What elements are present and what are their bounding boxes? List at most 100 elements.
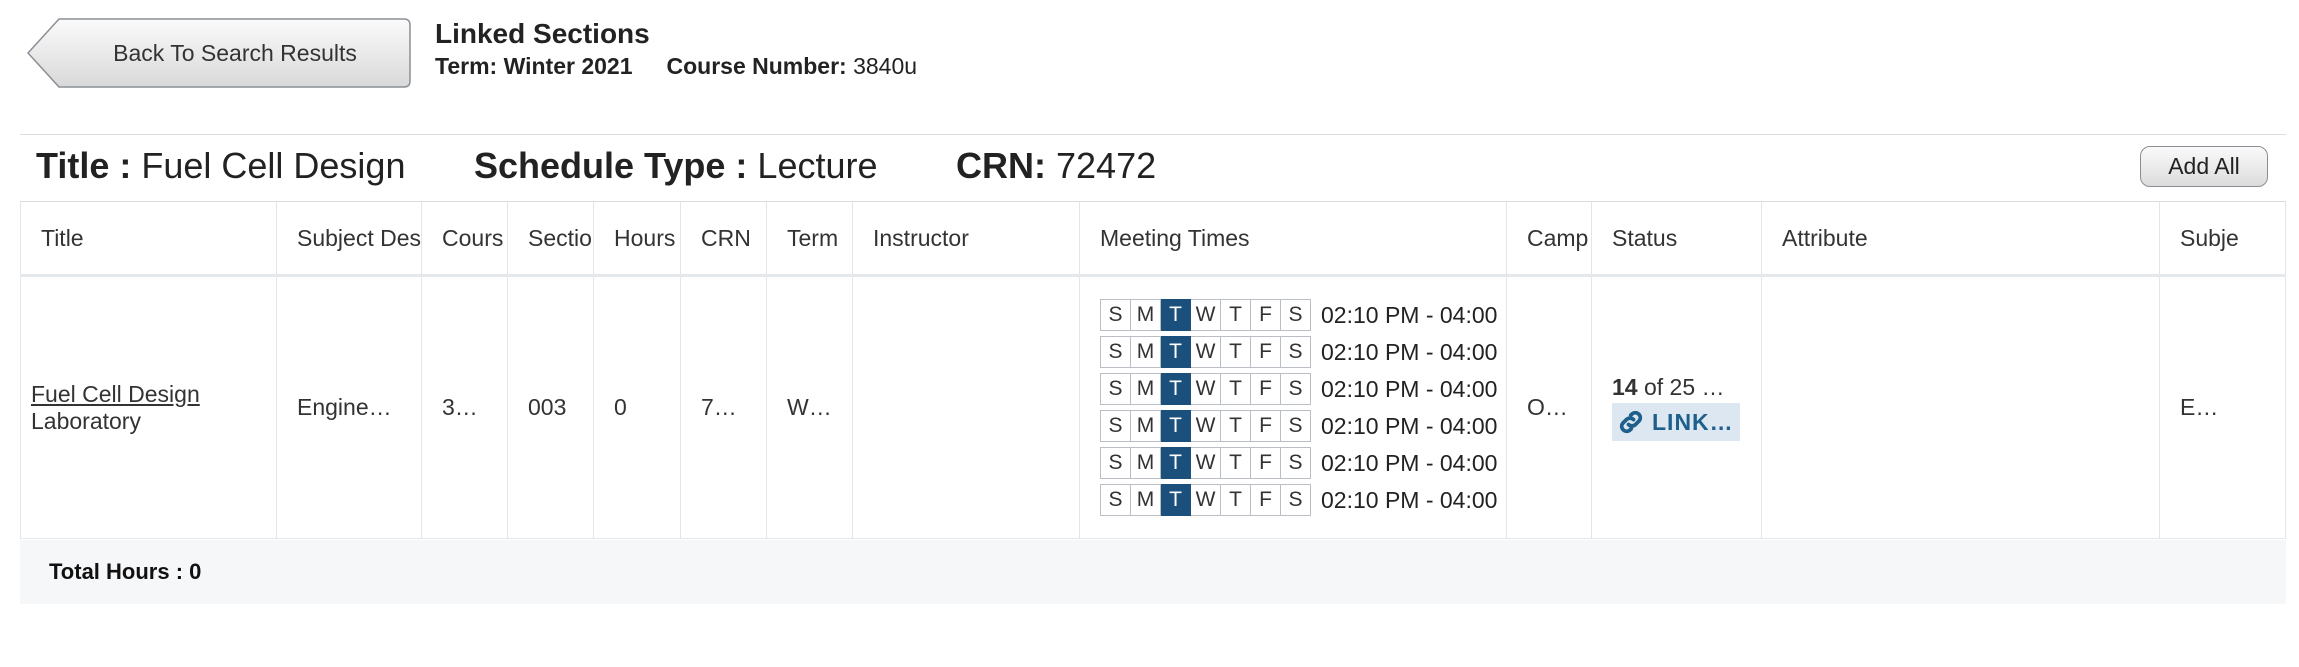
weekday-indicator: SMTWTFS bbox=[1100, 299, 1311, 331]
cell-course-number: 3… bbox=[422, 277, 508, 538]
column-header-section[interactable]: Sectio bbox=[508, 202, 594, 274]
weekday-box: T bbox=[1161, 373, 1191, 405]
meeting-time-row: S M T W T F S 02:10 PM - 04:00 bbox=[1100, 484, 1497, 516]
weekday-box: W bbox=[1191, 447, 1221, 479]
weekday-box: S bbox=[1101, 299, 1131, 331]
weekday-box: M bbox=[1131, 299, 1161, 331]
weekday-box: F bbox=[1251, 336, 1281, 368]
weekday-box: S bbox=[1101, 410, 1131, 442]
cell-hours: 0 bbox=[594, 277, 681, 538]
column-header-instructor[interactable]: Instructor bbox=[853, 202, 1080, 274]
meeting-time-row: S M T W T F S 02:10 PM - 04:00 bbox=[1100, 299, 1497, 331]
meeting-time-text: 02:10 PM - 04:00 bbox=[1321, 375, 1498, 402]
weekday-box: F bbox=[1251, 484, 1281, 516]
column-header-status[interactable]: Status bbox=[1592, 202, 1762, 274]
weekday-box: S bbox=[1281, 410, 1311, 442]
weekday-box: T bbox=[1221, 336, 1251, 368]
column-header-crn[interactable]: CRN bbox=[681, 202, 767, 274]
weekday-box: W bbox=[1191, 299, 1221, 331]
cell-status: 14 of 25 … LINK… bbox=[1592, 277, 1762, 538]
weekday-box: T bbox=[1161, 336, 1191, 368]
column-header-campus[interactable]: Camp bbox=[1507, 202, 1592, 274]
weekday-box: T bbox=[1161, 299, 1191, 331]
weekday-box: S bbox=[1101, 484, 1131, 516]
weekday-box: M bbox=[1131, 484, 1161, 516]
meeting-time-row: S M T W T F S 02:10 PM - 04:00 bbox=[1100, 410, 1497, 442]
status-seats: 14 of 25 … bbox=[1612, 374, 1725, 401]
cell-meeting-times: S M T W T F S 02:10 PM - 04:00 S M T W T F S 02:10 PM -… bbox=[1080, 277, 1507, 538]
weekday-box: M bbox=[1131, 336, 1161, 368]
weekday-box: T bbox=[1161, 484, 1191, 516]
cell-attribute bbox=[1762, 277, 2160, 538]
meeting-time-text: 02:10 PM - 04:00 bbox=[1321, 449, 1498, 476]
meeting-time-text: 02:10 PM - 04:00 bbox=[1321, 412, 1498, 439]
weekday-box: W bbox=[1191, 484, 1221, 516]
linked-badge-label: LINK… bbox=[1652, 408, 1734, 435]
weekday-box: F bbox=[1251, 410, 1281, 442]
weekday-box: W bbox=[1191, 410, 1221, 442]
weekday-box: F bbox=[1251, 299, 1281, 331]
column-header-attribute[interactable]: Attribute bbox=[1762, 202, 2160, 274]
weekday-box: S bbox=[1281, 336, 1311, 368]
page-title: Linked Sections bbox=[435, 18, 650, 49]
status-seats-available: 14 bbox=[1612, 374, 1638, 400]
table-row: Fuel Cell Design Laboratory Engine… 3… 0… bbox=[20, 277, 2286, 539]
weekday-box: S bbox=[1101, 336, 1131, 368]
column-header-subject-description[interactable]: Subject Des bbox=[277, 202, 422, 274]
column-header-course-number[interactable]: Cours bbox=[422, 202, 508, 274]
cell-crn: 7… bbox=[681, 277, 767, 538]
weekday-indicator: SMTWTFS bbox=[1100, 447, 1311, 479]
meeting-time-row: S M T W T F S 02:10 PM - 04:00 bbox=[1100, 373, 1497, 405]
weekday-box: S bbox=[1281, 373, 1311, 405]
term-value: Winter 2021 bbox=[503, 53, 633, 79]
cell-title: Fuel Cell Design Laboratory bbox=[20, 277, 277, 538]
weekday-box: T bbox=[1221, 373, 1251, 405]
weekday-box: T bbox=[1221, 410, 1251, 442]
linked-badge[interactable]: LINK… bbox=[1612, 403, 1740, 441]
section-title-link[interactable]: Fuel Cell Design bbox=[31, 381, 200, 408]
column-header-term[interactable]: Term bbox=[767, 202, 853, 274]
column-header-meeting-times[interactable]: Meeting Times bbox=[1080, 202, 1507, 274]
cell-term: W… bbox=[767, 277, 853, 538]
weekday-box: M bbox=[1131, 373, 1161, 405]
meeting-time-text: 02:10 PM - 04:00 bbox=[1321, 338, 1498, 365]
linked-sections-table: Title Subject Des Cours Sectio Hours CRN… bbox=[20, 202, 2286, 539]
back-to-search-results-button[interactable]: Back To Search Results bbox=[27, 18, 411, 88]
schedule-type-label: Schedule Type : bbox=[474, 145, 748, 186]
status-seats-rest: of 25 … bbox=[1637, 374, 1725, 400]
weekday-box: M bbox=[1131, 410, 1161, 442]
column-header-title[interactable]: Title bbox=[20, 202, 277, 274]
weekday-box: S bbox=[1281, 299, 1311, 331]
weekday-box: S bbox=[1281, 447, 1311, 479]
weekday-indicator: SMTWTFS bbox=[1100, 484, 1311, 516]
course-number-label: Course Number: bbox=[666, 53, 847, 79]
add-all-button[interactable]: Add All bbox=[2140, 146, 2268, 187]
schedule-type-value: Lecture bbox=[757, 145, 878, 186]
weekday-box: F bbox=[1251, 373, 1281, 405]
meeting-time-row: S M T W T F S 02:10 PM - 04:00 bbox=[1100, 447, 1497, 479]
total-hours: Total Hours : 0 bbox=[20, 540, 2286, 604]
section-crn: CRN: 72472 bbox=[956, 145, 1156, 187]
cell-subject-description: Engine… bbox=[277, 277, 422, 538]
weekday-box: T bbox=[1161, 447, 1191, 479]
weekday-box: T bbox=[1221, 299, 1251, 331]
section-title-value: Fuel Cell Design bbox=[141, 145, 406, 186]
section-title: Title : Fuel Cell Design bbox=[36, 145, 405, 187]
weekday-indicator: SMTWTFS bbox=[1100, 373, 1311, 405]
meeting-time-text: 02:10 PM - 04:00 bbox=[1321, 486, 1498, 513]
crn-value: 72472 bbox=[1056, 145, 1157, 186]
back-button-label: Back To Search Results bbox=[113, 39, 357, 66]
cell-section: 003 bbox=[508, 277, 594, 538]
weekday-indicator: SMTWTFS bbox=[1100, 336, 1311, 368]
cell-instructor bbox=[853, 277, 1080, 538]
weekday-box: T bbox=[1221, 484, 1251, 516]
section-summary-bar: Title : Fuel Cell Design Schedule Type :… bbox=[20, 134, 2286, 202]
section-title-label: Title : bbox=[36, 145, 132, 186]
weekday-box: T bbox=[1221, 447, 1251, 479]
term-label: Term: bbox=[435, 53, 498, 79]
cell-subject: E… bbox=[2160, 277, 2286, 538]
column-header-hours[interactable]: Hours bbox=[594, 202, 681, 274]
weekday-box: S bbox=[1101, 447, 1131, 479]
column-header-subject[interactable]: Subje bbox=[2160, 202, 2286, 274]
weekday-box: M bbox=[1131, 447, 1161, 479]
